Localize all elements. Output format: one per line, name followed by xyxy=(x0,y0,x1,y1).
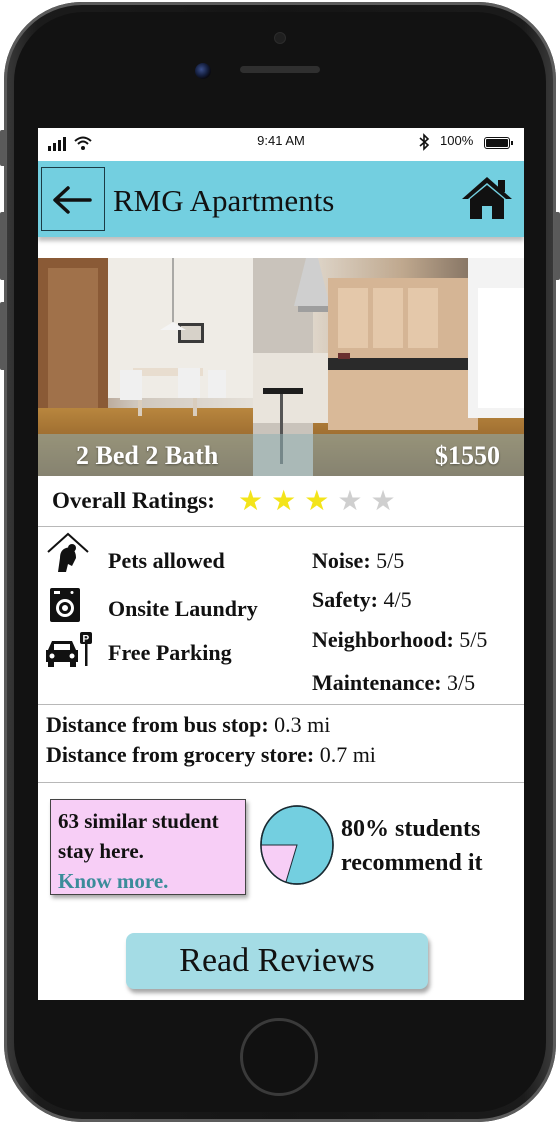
read-reviews-button[interactable]: Read Reviews xyxy=(126,933,428,989)
app-screen: 9:41 AM 100% RMG Apartments 2 Bed 2 Bath… xyxy=(38,128,524,1000)
similar-students-card: 63 similar student stay here. Know more. xyxy=(50,799,246,895)
divider xyxy=(38,704,524,705)
back-button[interactable] xyxy=(41,167,105,231)
star-icon-empty: ★ xyxy=(337,486,371,517)
star-icon-filled: ★ xyxy=(238,486,272,517)
score-neighborhood: Neighborhood: 5/5 xyxy=(312,627,488,652)
score-safety: Safety: 4/5 xyxy=(312,587,412,612)
pet-icon xyxy=(47,532,89,572)
score-noise: Noise: 5/5 xyxy=(312,548,405,573)
distance-bus-stop: Distance from bus stop: 0.3 mi xyxy=(46,712,331,737)
overall-ratings-label: Overall Ratings: xyxy=(52,488,215,513)
bed-bath-label: 2 Bed 2 Bath xyxy=(76,441,219,470)
star-icon-filled: ★ xyxy=(271,486,305,517)
similar-students-text: 63 similar student xyxy=(58,809,219,833)
amenity-parking: Free Parking xyxy=(108,640,232,665)
app-header: RMG Apartments xyxy=(38,161,524,237)
battery-icon xyxy=(484,137,513,149)
recommend-pie-chart xyxy=(260,805,334,885)
recommend-line-1: 80% students xyxy=(341,816,481,842)
know-more-link[interactable]: Know more. xyxy=(58,866,238,896)
home-hardware-button[interactable] xyxy=(240,1018,318,1096)
recommend-text: 80% students recommend it xyxy=(341,812,483,880)
power-button xyxy=(554,212,560,280)
amenity-laundry: Onsite Laundry xyxy=(108,596,258,621)
proximity-sensor xyxy=(274,32,286,44)
back-arrow-icon xyxy=(53,186,92,214)
earpiece-speaker xyxy=(240,66,320,73)
parking-car-icon: P xyxy=(46,632,92,667)
washing-machine-icon xyxy=(50,588,80,622)
home-icon[interactable] xyxy=(460,175,514,221)
divider xyxy=(38,782,524,783)
volume-up-button xyxy=(0,212,6,280)
divider xyxy=(38,526,524,527)
battery-percent: 100% xyxy=(440,133,474,148)
apartment-photo: 2 Bed 2 Bath $1550 xyxy=(38,258,524,476)
star-icon-empty: ★ xyxy=(370,486,404,517)
volume-down-button xyxy=(0,302,6,370)
page-title: RMG Apartments xyxy=(113,183,335,218)
similar-students-text-2: stay here. xyxy=(58,839,144,863)
distance-grocery: Distance from grocery store: 0.7 mi xyxy=(46,742,376,767)
status-bar: 9:41 AM 100% xyxy=(38,128,524,158)
svg-text:P: P xyxy=(83,634,90,645)
star-icon-filled: ★ xyxy=(304,486,338,517)
rating-stars: ★★★★★ xyxy=(238,484,404,518)
front-camera xyxy=(195,63,211,79)
bluetooth-icon xyxy=(419,133,430,151)
recommend-line-2: recommend it xyxy=(341,850,483,876)
price-label: $1550 xyxy=(435,441,500,470)
amenity-pets: Pets allowed xyxy=(108,548,225,573)
score-maintenance: Maintenance: 3/5 xyxy=(312,670,476,695)
volume-button xyxy=(0,130,6,166)
